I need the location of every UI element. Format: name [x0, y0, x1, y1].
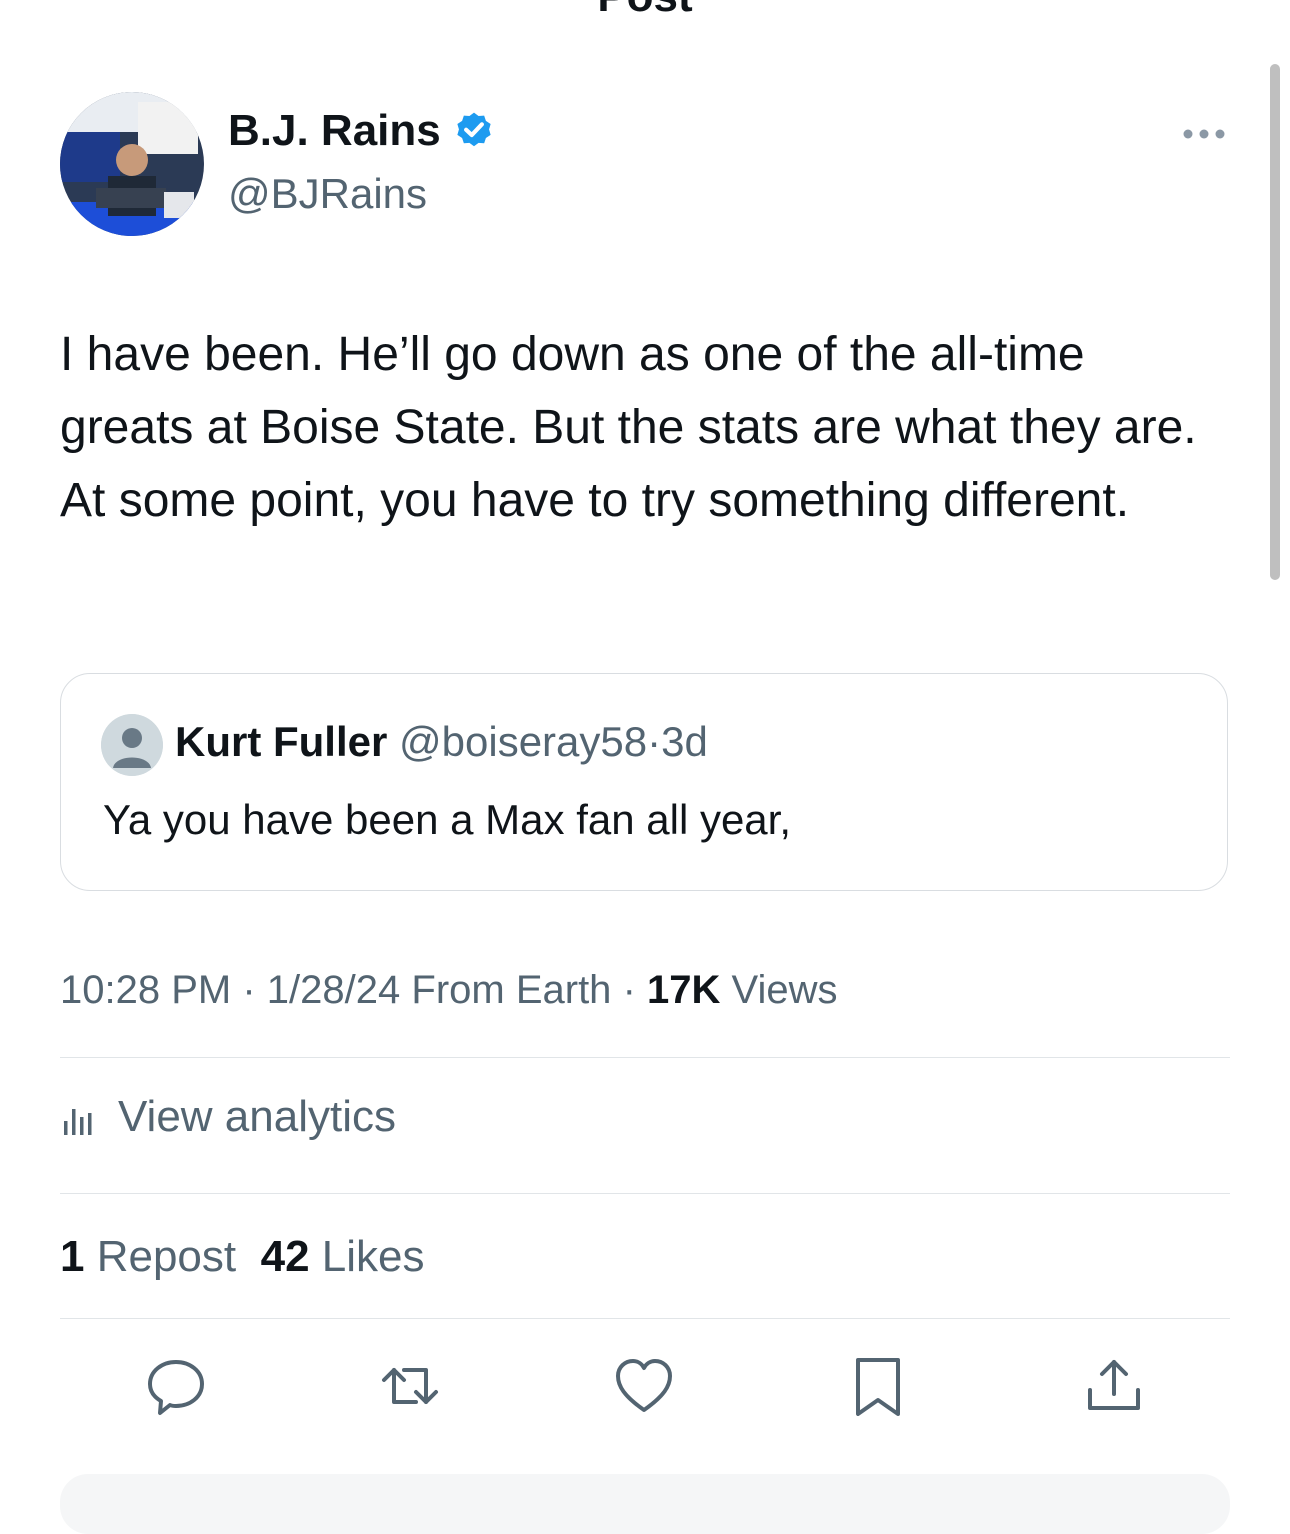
- quote-avatar: [101, 714, 163, 776]
- likes-label: Likes: [321, 1232, 425, 1281]
- post-source: From Earth: [411, 968, 612, 1012]
- author-name-row[interactable]: B.J. Rains: [228, 106, 495, 156]
- quote-separator: ·: [647, 718, 662, 765]
- quote-header: Kurt Fuller @boiseray58·3d: [175, 718, 708, 766]
- reply-icon[interactable]: [146, 1356, 206, 1416]
- likes-stat[interactable]: 42 Likes: [261, 1232, 425, 1281]
- analytics-bars-icon: [64, 1109, 92, 1135]
- reply-composer-preview[interactable]: [60, 1474, 1230, 1534]
- meta-separator: ·: [242, 968, 256, 1012]
- post-time: 10:28 PM: [60, 968, 232, 1012]
- author-avatar[interactable]: [60, 92, 204, 236]
- tweet-text: I have been. He’ll go down as one of the…: [60, 328, 1197, 527]
- divider: [60, 1193, 1230, 1194]
- quote-text: Ya you have been a Max fan all year,: [103, 796, 791, 843]
- page-title: Post: [0, 0, 1290, 20]
- likes-count: 42: [260, 1232, 310, 1281]
- post-date: 1/28/24: [266, 968, 401, 1012]
- views-label: Views: [731, 968, 838, 1012]
- top-nav-bar: Post: [0, 0, 1290, 20]
- bookmark-icon[interactable]: [848, 1356, 908, 1416]
- like-icon[interactable]: [614, 1356, 674, 1416]
- view-analytics-label[interactable]: View analytics: [118, 1092, 396, 1142]
- divider: [60, 1057, 1230, 1058]
- avatar-photo: [60, 92, 204, 236]
- share-icon[interactable]: [1084, 1356, 1144, 1416]
- more-options-icon[interactable]: [1180, 120, 1228, 148]
- reposts-count: 1: [60, 1232, 85, 1281]
- engagement-stats: 1 Repost 42 Likes: [60, 1232, 425, 1282]
- scrollbar[interactable]: [1270, 64, 1280, 580]
- author-handle[interactable]: @BJRains: [228, 170, 427, 218]
- reposts-stat[interactable]: 1 Repost: [60, 1232, 236, 1281]
- views-count: 17K: [647, 968, 721, 1012]
- post-meta: 10:28 PM · 1/28/24 From Earth · 17K View…: [60, 968, 838, 1013]
- view-analytics-button[interactable]: View analytics: [60, 1092, 396, 1142]
- default-avatar-icon: [101, 714, 163, 776]
- meta-separator-2: ·: [622, 968, 636, 1012]
- quote-author-name: Kurt Fuller: [175, 718, 388, 765]
- verified-badge-icon: [457, 112, 491, 147]
- reposts-label: Repost: [96, 1232, 237, 1281]
- author-name[interactable]: B.J. Rains: [228, 106, 441, 156]
- quoted-post-card[interactable]: Kurt Fuller @boiseray58·3d Ya you have b…: [60, 673, 1228, 891]
- repost-icon[interactable]: [380, 1356, 440, 1416]
- quote-author-handle: @boiseray58: [399, 718, 648, 765]
- quote-timestamp: 3d: [661, 718, 708, 765]
- divider: [60, 1318, 1230, 1319]
